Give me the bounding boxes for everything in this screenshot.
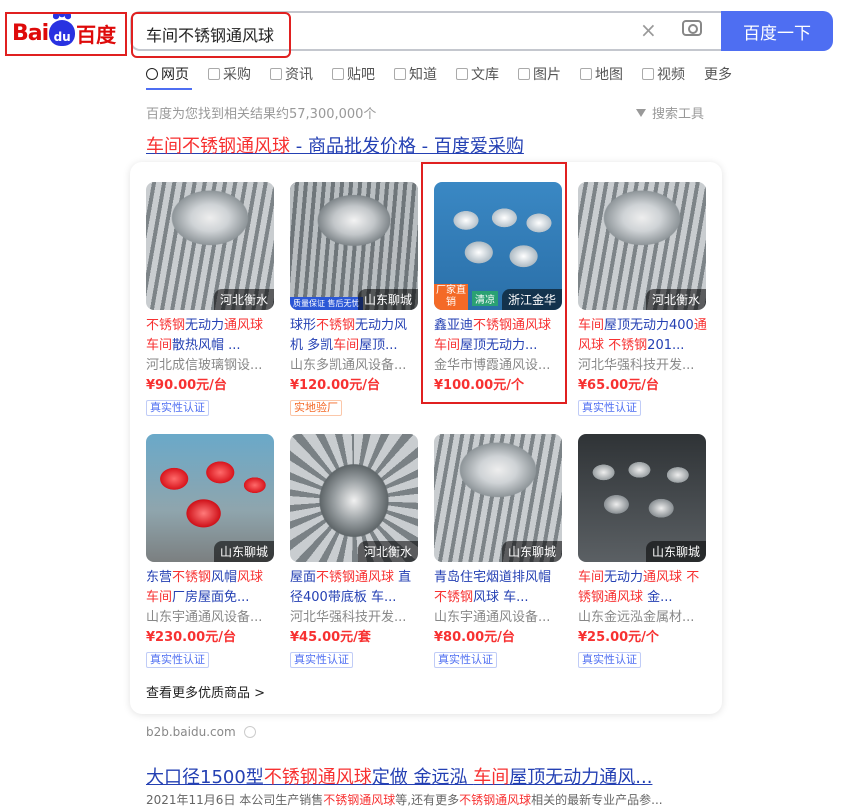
search-tools-button[interactable]: 搜索工具 (636, 103, 704, 122)
quality-badge: 质量保证 售后无忧 (290, 297, 363, 310)
product-item[interactable]: 山东聊城东营不锈钢风帽风球 车间厂房屋面免... 山东宇通通风设备... ¥230.… (146, 434, 276, 668)
verification-tag: 真实性认证 (290, 652, 353, 668)
tab-4[interactable]: 知道 (394, 64, 437, 84)
verification-tag: 真实性认证 (146, 652, 209, 668)
tab-5[interactable]: 文库 (456, 64, 499, 84)
tab-9[interactable]: 更多 (704, 64, 732, 84)
product-image[interactable]: 质量保证 售后无忧 山东聊城 (290, 182, 418, 310)
product-item[interactable]: 质量保证 售后无忧 山东聊城球形不锈钢无动力风机 多凯车间屋顶... 山东多凯通风设… (290, 182, 420, 416)
filter-icon (636, 108, 646, 117)
product-title[interactable]: 不锈钢无动力通风球 车间散热风帽 ... (146, 316, 276, 356)
location-label: 山东聊城 (501, 541, 562, 562)
tab-1[interactable]: 采购 (208, 64, 251, 84)
logo-highlight-box (5, 12, 127, 56)
product-highlight-box (421, 162, 567, 404)
product-image[interactable]: 河北衡水 (578, 182, 706, 310)
product-price: ¥90.00元/台 (146, 378, 227, 393)
location-label: 河北衡水 (213, 289, 274, 310)
search-icon (146, 68, 158, 80)
product-seller[interactable]: 山东多凯通风设备... (290, 356, 420, 376)
product-seller[interactable]: 山东宇通通风设备... (434, 608, 564, 628)
tab-label: 更多 (704, 67, 732, 83)
tab-label: 知道 (409, 67, 437, 83)
map-icon (580, 68, 592, 80)
tab-label: 贴吧 (347, 67, 375, 83)
shield-icon (243, 726, 256, 738)
tab-2[interactable]: 资讯 (270, 64, 313, 84)
product-title[interactable]: 屋面不锈钢通风球 直径400带底板 车... (290, 568, 420, 608)
news-icon (270, 68, 282, 80)
tab-label: 图片 (533, 67, 561, 83)
product-price: ¥45.00元/套 (290, 630, 371, 645)
product-title[interactable]: 车间无动力通风球 不锈钢通风球 金... (578, 568, 708, 608)
product-image[interactable]: 河北衡水 (146, 182, 274, 310)
verification-tag: 真实性认证 (578, 652, 641, 668)
result-title-link[interactable]: 车间不锈钢通风球 - 商品批发价格 - 百度爱采购 (146, 132, 524, 158)
product-title[interactable]: 车间屋顶无动力400通风球 不锈钢201... (578, 316, 708, 356)
product-seller[interactable]: 河北华强科技开发... (290, 608, 420, 628)
tab-label: 采购 (223, 67, 251, 83)
close-icon[interactable]: × (640, 20, 657, 40)
product-seller[interactable]: 河北华强科技开发... (578, 356, 708, 376)
product-price: ¥230.00元/台 (146, 630, 236, 645)
product-item[interactable]: 山东聊城青岛住宅烟道排风帽 不锈钢风球 车... 山东宇通通风设备... ¥80.0… (434, 434, 564, 668)
result-count: 百度为您找到相关结果约57,300,000个 (146, 107, 377, 122)
product-title[interactable]: 东营不锈钢风帽风球 车间厂房屋面免... (146, 568, 276, 608)
shop-icon (208, 68, 220, 80)
tab-6[interactable]: 图片 (518, 64, 561, 84)
more-products-link[interactable]: 查看更多优质商品 > (146, 682, 265, 701)
tab-0[interactable]: 网页 (146, 64, 189, 84)
product-image[interactable]: 山东聊城 (434, 434, 562, 562)
product-title[interactable]: 青岛住宅烟道排风帽 不锈钢风球 车... (434, 568, 564, 608)
product-price: ¥65.00元/台 (578, 378, 659, 393)
product-image[interactable]: 河北衡水 (290, 434, 418, 562)
tab-3[interactable]: 贴吧 (332, 64, 375, 84)
domain-text: b2b.baidu.com (146, 725, 236, 739)
tab-7[interactable]: 地图 (580, 64, 623, 84)
product-price: ¥80.00元/台 (434, 630, 515, 645)
tab-label: 文库 (471, 67, 499, 83)
tab-label: 地图 (595, 67, 623, 83)
search-button[interactable]: 百度一下 (721, 11, 833, 51)
product-seller[interactable]: 山东宇通通风设备... (146, 608, 276, 628)
location-label: 山东聊城 (645, 541, 706, 562)
product-image[interactable]: 山东聊城 (578, 434, 706, 562)
question-icon (394, 68, 406, 80)
tab-8[interactable]: 视频 (642, 64, 685, 84)
video-icon (642, 68, 654, 80)
document-icon (456, 68, 468, 80)
verification-tag: 真实性认证 (434, 652, 497, 668)
search-tools-label: 搜索工具 (652, 107, 705, 122)
product-price: ¥25.00元/个 (578, 630, 659, 645)
result-title-link-2[interactable]: 大口径1500型不锈钢通风球定做 金远泓 车间屋顶无动力通风... (146, 763, 652, 789)
product-seller[interactable]: 河北成信玻璃钢设... (146, 356, 276, 376)
product-item[interactable]: 河北衡水不锈钢无动力通风球 车间散热风帽 ... 河北成信玻璃钢设... ¥90.0… (146, 182, 276, 416)
tab-label: 资讯 (285, 67, 313, 83)
location-label: 山东聊城 (357, 289, 418, 310)
product-seller[interactable]: 山东金远泓金属材... (578, 608, 708, 628)
verification-tag: 真实性认证 (146, 400, 209, 416)
result-domain: b2b.baidu.com (146, 725, 256, 739)
result-title-rest: - 商品批发价格 - 百度爱采购 (290, 136, 524, 157)
active-tab-underline (146, 88, 192, 90)
verification-tag: 实地验厂 (290, 400, 342, 416)
tieba-icon (332, 68, 344, 80)
tab-label: 网页 (161, 67, 189, 83)
verification-tag: 真实性认证 (578, 400, 641, 416)
location-label: 河北衡水 (357, 541, 418, 562)
result-title-highlight: 车间不锈钢通风球 (146, 136, 290, 157)
query-highlight-box (131, 12, 291, 58)
product-title[interactable]: 球形不锈钢无动力风机 多凯车间屋顶... (290, 316, 420, 356)
product-price: ¥120.00元/台 (290, 378, 380, 393)
location-label: 山东聊城 (213, 541, 274, 562)
search-tabs: 网页 采购 资讯 贴吧 知道 文库 图片 地图 视频 更多 (146, 64, 751, 84)
image-icon (518, 68, 530, 80)
product-item[interactable]: 河北衡水车间屋顶无动力400通风球 不锈钢201... 河北华强科技开发... ¥6… (578, 182, 708, 416)
product-item[interactable]: 河北衡水屋面不锈钢通风球 直径400带底板 车... 河北华强科技开发... ¥45… (290, 434, 420, 668)
camera-icon[interactable] (682, 20, 702, 36)
product-item[interactable]: 山东聊城车间无动力通风球 不锈钢通风球 金... 山东金远泓金属材... ¥25.0… (578, 434, 708, 668)
tab-label: 视频 (657, 67, 685, 83)
location-label: 河北衡水 (645, 289, 706, 310)
product-image[interactable]: 山东聊城 (146, 434, 274, 562)
